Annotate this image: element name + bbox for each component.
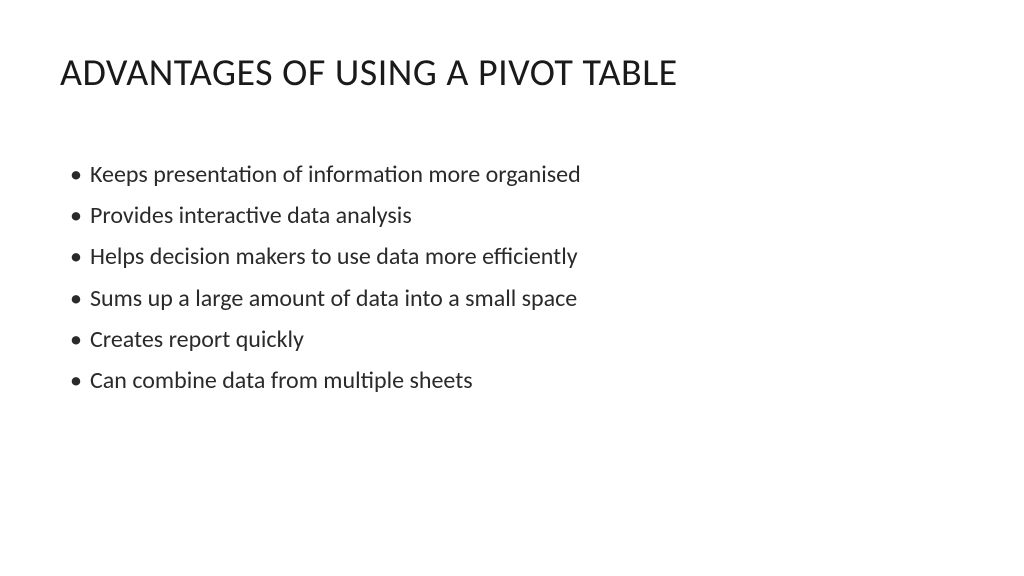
list-item: Creates report quickly bbox=[70, 321, 964, 358]
list-item: Provides interactive data analysis bbox=[70, 197, 964, 234]
bullet-list: Keeps presentation of information more o… bbox=[60, 156, 964, 399]
list-item: Keeps presentation of information more o… bbox=[70, 156, 964, 193]
list-item: Helps decision makers to use data more e… bbox=[70, 238, 964, 275]
list-item: Can combine data from multiple sheets bbox=[70, 362, 964, 399]
slide-title: ADVANTAGES OF USING A PIVOT TABLE bbox=[60, 50, 964, 96]
list-item: Sums up a large amount of data into a sm… bbox=[70, 280, 964, 317]
